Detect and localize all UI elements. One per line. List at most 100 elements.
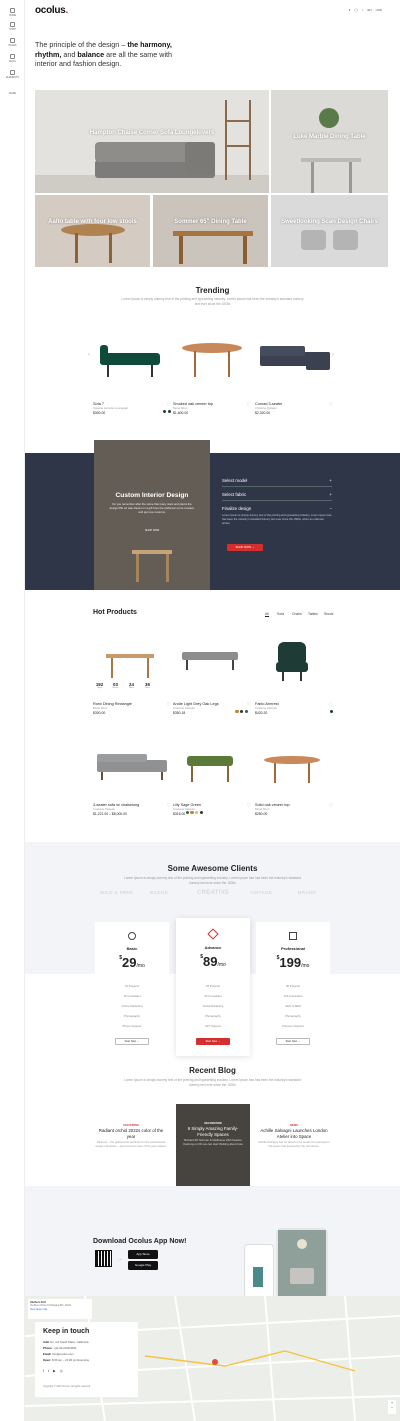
- sidebar-item-blog[interactable]: BLOG: [0, 54, 25, 63]
- swatch[interactable]: [199, 811, 203, 815]
- facebook-icon[interactable]: f: [43, 1369, 44, 1373]
- wishlist-icon[interactable]: ♥: [349, 8, 351, 12]
- carousel-prev-icon[interactable]: ‹: [88, 352, 90, 358]
- blog-post[interactable]: NEWS Achille Salvagni Launches London At…: [258, 1124, 330, 1149]
- language-select[interactable]: EN: [367, 8, 371, 12]
- product-image-fabio: [276, 642, 308, 681]
- contact-card: Keep in touch Add: No. 1/2 South Place, …: [35, 1322, 138, 1397]
- color-swatches: [163, 410, 171, 414]
- swatch[interactable]: [167, 410, 171, 414]
- sidebar-item-pages[interactable]: PAGES: [0, 38, 25, 47]
- custom-shop-link[interactable]: SHOP NOW: [94, 529, 210, 532]
- tab-tables[interactable]: Tables: [308, 612, 318, 616]
- tile-aalto-table[interactable]: Aalto table with four low stools: [35, 195, 150, 267]
- trending-title: Trending: [195, 286, 230, 295]
- tile-hampton-sofa[interactable]: Hampton Chaise Corner Sofa Loungelovers: [35, 90, 269, 193]
- swatch[interactable]: [235, 710, 239, 714]
- accordion-finalize-design[interactable]: Finalize design −: [222, 506, 332, 514]
- blog-icon: [10, 54, 15, 59]
- accordion-select-fabric[interactable]: Select fabric +: [222, 492, 332, 501]
- google-play-button[interactable]: Google Play: [128, 1261, 158, 1270]
- swatch[interactable]: [195, 811, 199, 815]
- tab-chairs[interactable]: Chairs: [292, 612, 302, 616]
- hot-product-card[interactable]: Fabio Armrest Costume Kaisuko $420.20 ♡: [255, 702, 335, 715]
- accordion-text: Lorem Ipsum is simply dummy text of the …: [222, 514, 332, 525]
- tab-sofa[interactable]: Sofa: [277, 612, 284, 616]
- twitter-icon[interactable]: t: [48, 1369, 49, 1373]
- product-image-andie: [182, 652, 238, 670]
- arrow-icon: →: [118, 1256, 122, 1261]
- heart-icon[interactable]: ♡: [247, 803, 251, 809]
- hot-product-card[interactable]: Rorix Dining Rectangle Bezel Shen $300.0…: [93, 702, 173, 715]
- sidebar-item-more[interactable]: MORE: [0, 92, 25, 95]
- view-larger-map-link[interactable]: View larger map: [30, 1308, 90, 1311]
- tile-scan-chairs[interactable]: Sweetlooking Scan Design Chairs: [271, 195, 388, 267]
- trending-product-card[interactable]: Smoked oak veneer top Bezel Shen $1,600.…: [173, 402, 253, 415]
- youtube-icon[interactable]: ▶: [53, 1369, 56, 1373]
- heart-icon[interactable]: ♡: [167, 702, 171, 708]
- sofa-image: [35, 90, 269, 193]
- brand-logo[interactable]: ocolus.: [35, 5, 68, 16]
- tile-luke-table[interactable]: Luke Marble Dining Table: [271, 90, 388, 193]
- heart-icon[interactable]: ♡: [329, 803, 333, 809]
- sidebar-item-shop[interactable]: SHOP: [0, 22, 25, 31]
- search-icon[interactable]: ⌕: [362, 8, 364, 12]
- heart-icon[interactable]: ♡: [329, 402, 333, 408]
- currency-select[interactable]: USD: [376, 8, 382, 12]
- sidebar: HOME SHOP PAGES BLOG ELEMENTS MORE: [0, 0, 25, 1421]
- tile-label: Luke Marble Dining Table: [293, 134, 366, 140]
- swatch[interactable]: [185, 811, 189, 815]
- color-swatches: [185, 811, 203, 815]
- app-store-button[interactable]: App Store: [128, 1250, 158, 1259]
- heart-icon[interactable]: ♡: [329, 702, 333, 708]
- trending-subtitle: Lorem Ipsum is simply dummy text of the …: [121, 297, 304, 306]
- tile-label: Hampton Chaise Corner Sofa Loungelovers: [89, 130, 215, 136]
- countdown-mins: 24 Mins: [129, 682, 134, 689]
- heart-icon[interactable]: ♡: [247, 402, 251, 408]
- trending-product-card[interactable]: Sofa 7 Cassina Lamotte Loungegal $300.00…: [93, 402, 173, 415]
- diamond-icon: [207, 928, 219, 940]
- hot-product-card[interactable]: Solid oak veneer top Bezel Shen $250.00 …: [255, 803, 335, 816]
- hot-product-card[interactable]: 3-seater sofa w/ chaiselong Costume Kais…: [93, 803, 173, 816]
- swatch[interactable]: [190, 811, 194, 815]
- professional-plan-icon: [289, 932, 297, 940]
- swatch[interactable]: [163, 410, 167, 414]
- instagram-icon[interactable]: ◎: [60, 1369, 63, 1373]
- trending-product-card[interactable]: Conrad 3-seater Christine Quirajet $2,02…: [255, 402, 335, 415]
- basic-start-button[interactable]: Start Now →: [115, 1038, 149, 1045]
- tile-sommer-table[interactable]: Sommer 65" Dining Table: [153, 195, 268, 267]
- shop-now-button[interactable]: SHOP NOW →: [227, 544, 263, 551]
- blog-post[interactable]: COLOURING Radiant orchid 2022s color of …: [95, 1124, 167, 1149]
- sidebar-item-elements[interactable]: ELEMENTS: [0, 70, 25, 79]
- color-swatches: [235, 710, 248, 714]
- advance-start-button[interactable]: Start Now →: [196, 1038, 230, 1045]
- hot-product-card[interactable]: Lilly Sage Green Costume Kaisuko $315.00…: [173, 803, 253, 816]
- minus-icon: −: [329, 506, 332, 511]
- tab-all[interactable]: All: [265, 612, 269, 617]
- zoom-out-icon[interactable]: −: [388, 1405, 396, 1410]
- phone-mockup-large: [276, 1228, 328, 1298]
- blog-featured-post[interactable]: DECORATION 6 Simply Amazing Family-Frien…: [176, 1104, 250, 1186]
- sidebar-item-home[interactable]: HOME: [0, 8, 25, 17]
- plus-icon: +: [329, 492, 332, 497]
- countdown-secs: 36 Secs: [145, 682, 150, 689]
- heart-icon[interactable]: ♡: [247, 702, 251, 708]
- swatch[interactable]: [244, 710, 248, 714]
- user-icon[interactable]: ◯: [354, 8, 357, 12]
- chairs-image: [271, 195, 388, 267]
- hot-products-title: Hot Products: [93, 609, 137, 616]
- heart-icon[interactable]: ♡: [167, 402, 171, 408]
- home-icon: [10, 8, 15, 13]
- tab-stools[interactable]: Stools: [324, 612, 333, 616]
- professional-start-button[interactable]: Start Now →: [276, 1038, 310, 1045]
- blog-subtitle: Lorem Ipsum is simply dummy text of the …: [124, 1078, 301, 1087]
- map-zoom-controls[interactable]: + −: [388, 1400, 396, 1414]
- product-image-rorix: [106, 654, 154, 678]
- heart-icon[interactable]: ♡: [167, 803, 171, 809]
- swatch[interactable]: [240, 710, 244, 714]
- phone-screen-image: [278, 1230, 326, 1296]
- swatch[interactable]: [329, 710, 333, 714]
- accordion-select-model[interactable]: Select model +: [222, 478, 332, 487]
- blog-title: Recent Blog: [189, 1066, 236, 1075]
- hot-product-card[interactable]: Andie Light Grey Oak Legs Costume Kaisuk…: [173, 702, 253, 715]
